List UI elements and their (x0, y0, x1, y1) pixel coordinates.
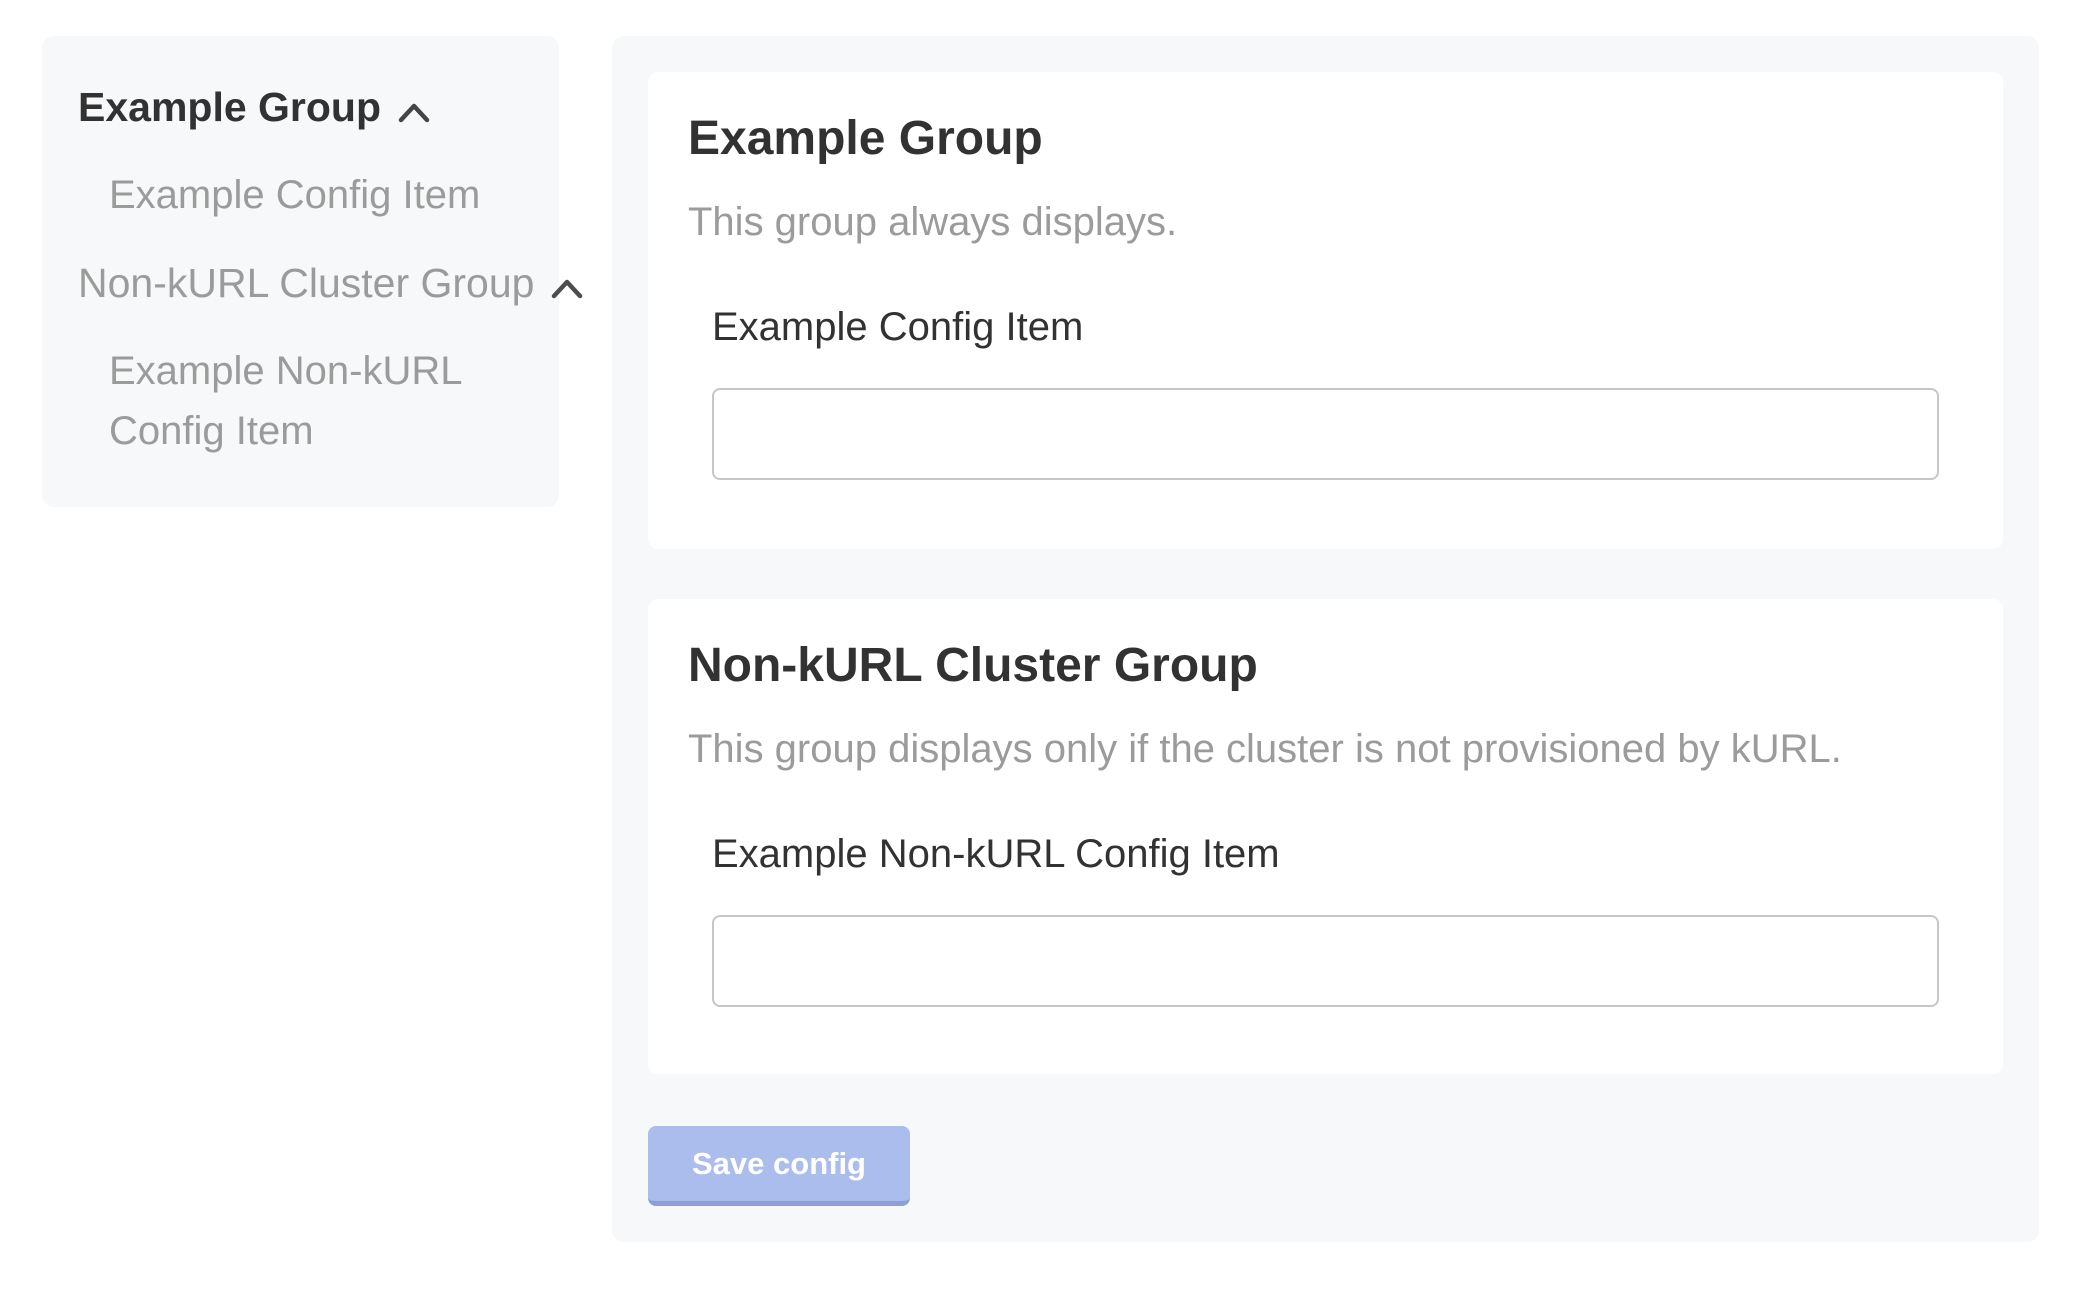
config-area: Example Group This group always displays… (612, 36, 2039, 1242)
config-item: Example Config Item (712, 302, 1939, 480)
sidebar-group-label: Example Group (78, 77, 381, 137)
config-nav-sidebar: Example Group Example Config Item Non-kU… (42, 36, 559, 507)
sidebar-item-example-config-item[interactable]: Example Config Item (109, 165, 529, 225)
config-item-input[interactable] (712, 388, 1939, 480)
config-item: Example Non-kURL Config Item (712, 829, 1939, 1007)
config-item-label: Example Non-kURL Config Item (712, 829, 1939, 879)
chevron-up-icon[interactable] (551, 256, 583, 316)
save-config-button[interactable]: Save config (648, 1126, 910, 1206)
group-title: Example Group (688, 110, 1939, 168)
group-description: This group displays only if the cluster … (688, 725, 1939, 773)
sidebar-group-example-group[interactable]: Example Group (78, 74, 535, 140)
config-group-card-non-kurl-cluster-group: Non-kURL Cluster Group This group displa… (648, 599, 2003, 1074)
config-item-input[interactable] (712, 915, 1939, 1007)
sidebar-item-example-non-kurl-config-item[interactable]: Example Non-kURL Config Item (109, 341, 529, 461)
config-item-label: Example Config Item (712, 302, 1939, 352)
sidebar-group-non-kurl-cluster-group[interactable]: Non-kURL Cluster Group (78, 250, 535, 316)
group-description: This group always displays. (688, 198, 1939, 246)
config-page: Example Group Example Config Item Non-kU… (0, 0, 2084, 1302)
config-group-card-example-group: Example Group This group always displays… (648, 72, 2003, 549)
group-title: Non-kURL Cluster Group (688, 637, 1939, 695)
chevron-up-icon[interactable] (398, 80, 430, 140)
sidebar-group-label: Non-kURL Cluster Group (78, 253, 534, 313)
